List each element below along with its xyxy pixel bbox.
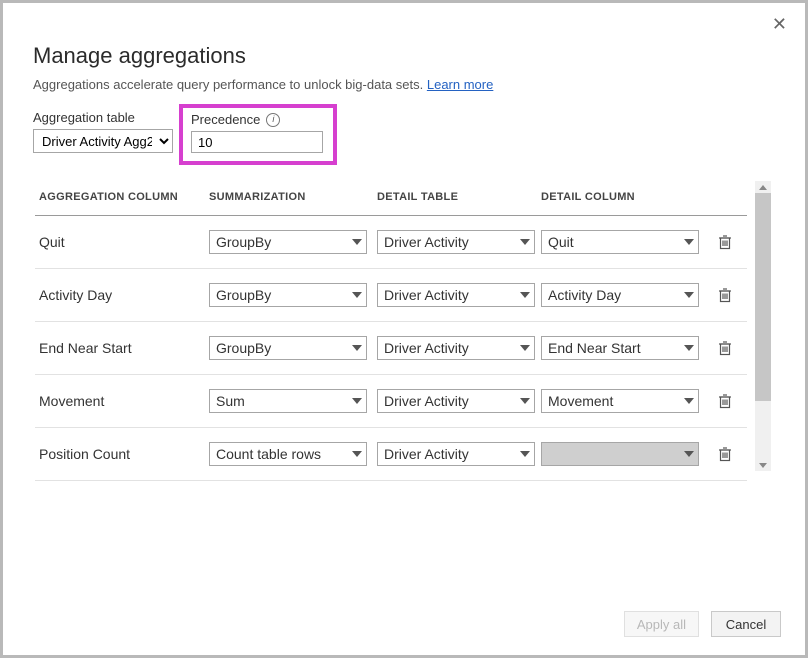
delete-row-icon[interactable] [711,393,739,409]
summarization-select-value: GroupBy [216,234,271,250]
aggregation-table-label: Aggregation table [33,110,173,125]
delete-row-icon[interactable] [711,446,739,462]
aggregation-column-name: Movement [39,393,209,409]
summarization-select[interactable]: GroupBy [209,230,367,254]
table-row: End Near Start GroupBy Driver Activity End … [35,322,747,375]
delete-row-icon[interactable] [711,234,739,250]
aggregation-table-select[interactable]: Driver Activity Agg2 [33,129,173,153]
summarization-select-value: GroupBy [216,287,271,303]
aggregation-column-name: End Near Start [39,340,209,356]
detail-table-select-value: Driver Activity [384,287,469,303]
table-row: Position Count Count table rows Driver Act… [35,428,747,481]
detail-column-select-value: End Near Start [548,340,641,356]
table-row: Activity Day GroupBy Driver Activity Activi… [35,269,747,322]
detail-column-select-value: Movement [548,393,613,409]
summarization-select[interactable]: Count table rows [209,442,367,466]
delete-row-icon[interactable] [711,287,739,303]
header-agg-column: AGGREGATION COLUMN [39,191,209,203]
precedence-input[interactable] [191,131,323,153]
chevron-down-icon [684,398,694,404]
chevron-down-icon [684,239,694,245]
detail-column-select[interactable] [541,442,699,466]
aggregation-column-name: Quit [39,234,209,250]
aggregation-column-name: Position Count [39,446,209,462]
aggregation-grid: AGGREGATION COLUMN SUMMARIZATION DETAIL … [35,181,747,481]
detail-table-select-value: Driver Activity [384,234,469,250]
chevron-down-icon [352,451,362,457]
detail-table-select-value: Driver Activity [384,340,469,356]
chevron-down-icon [684,345,694,351]
chevron-down-icon [520,398,530,404]
detail-table-select[interactable]: Driver Activity [377,230,535,254]
scrollbar[interactable] [755,181,771,471]
summarization-select[interactable]: GroupBy [209,336,367,360]
summarization-select-value: Sum [216,393,245,409]
grid-header: AGGREGATION COLUMN SUMMARIZATION DETAIL … [35,181,747,216]
chevron-down-icon [352,239,362,245]
apply-all-button[interactable]: Apply all [624,611,699,637]
chevron-down-icon [352,292,362,298]
aggregation-table-group: Aggregation table Driver Activity Agg2 [33,110,173,153]
header-detail-column: DETAIL COLUMN [541,191,711,203]
info-icon[interactable]: i [266,113,280,127]
scroll-thumb[interactable] [755,193,771,401]
learn-more-link[interactable]: Learn more [427,77,493,92]
detail-column-select[interactable]: Activity Day [541,283,699,307]
subtext-text: Aggregations accelerate query performanc… [33,77,423,92]
chevron-down-icon [520,345,530,351]
close-icon[interactable]: ✕ [772,15,787,33]
scroll-down-icon[interactable] [755,459,771,471]
chevron-down-icon [520,451,530,457]
dialog-footer: Apply all Cancel [624,611,781,637]
detail-table-select[interactable]: Driver Activity [377,336,535,360]
chevron-down-icon [520,239,530,245]
dialog-frame: ✕ Manage aggregations Aggregations accel… [0,0,808,658]
top-controls: Aggregation table Driver Activity Agg2 P… [33,110,775,165]
chevron-down-icon [352,345,362,351]
detail-table-select[interactable]: Driver Activity [377,442,535,466]
chevron-down-icon [684,292,694,298]
summarization-select[interactable]: Sum [209,389,367,413]
chevron-down-icon [352,398,362,404]
detail-table-select-value: Driver Activity [384,446,469,462]
detail-table-select[interactable]: Driver Activity [377,283,535,307]
dialog-content: Manage aggregations Aggregations acceler… [3,3,805,481]
table-row: Movement Sum Driver Activity Movement [35,375,747,428]
delete-row-icon[interactable] [711,340,739,356]
chevron-down-icon [684,451,694,457]
dialog-subtext: Aggregations accelerate query performanc… [33,77,775,92]
chevron-down-icon [520,292,530,298]
header-detail-table: DETAIL TABLE [377,191,541,203]
precedence-label: Precedence [191,112,260,127]
header-actions [711,191,739,203]
detail-table-select-value: Driver Activity [384,393,469,409]
summarization-select-value: GroupBy [216,340,271,356]
precedence-label-row: Precedence i [191,112,323,127]
detail-column-select-value: Activity Day [548,287,621,303]
cancel-button[interactable]: Cancel [711,611,781,637]
scroll-up-icon[interactable] [755,181,771,193]
summarization-select-value: Count table rows [216,446,321,462]
aggregation-column-name: Activity Day [39,287,209,303]
grid-body: Quit GroupBy Driver Activity Quit Activity D… [35,216,747,481]
detail-column-select[interactable]: End Near Start [541,336,699,360]
detail-column-select[interactable]: Movement [541,389,699,413]
header-summarization: SUMMARIZATION [209,191,377,203]
detail-table-select[interactable]: Driver Activity [377,389,535,413]
dialog-title: Manage aggregations [33,43,775,69]
table-row: Quit GroupBy Driver Activity Quit [35,216,747,269]
precedence-group: Precedence i [179,104,337,165]
summarization-select[interactable]: GroupBy [209,283,367,307]
detail-column-select-value: Quit [548,234,574,250]
detail-column-select[interactable]: Quit [541,230,699,254]
